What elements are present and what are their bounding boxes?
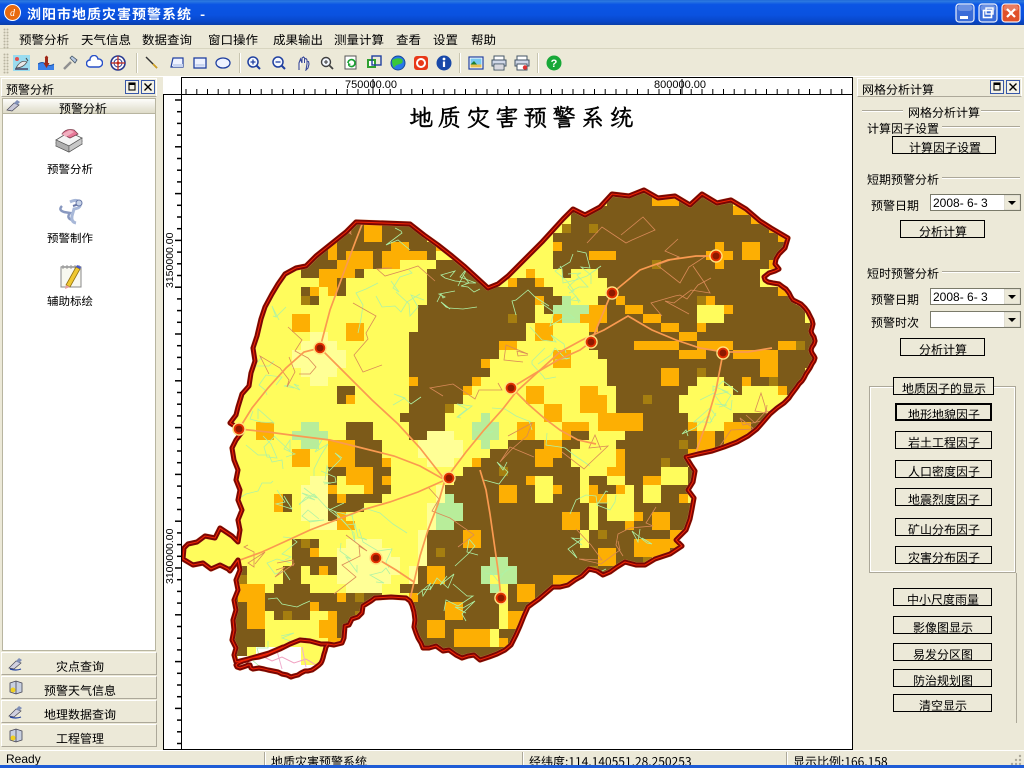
svg-text:?: ? (551, 58, 558, 70)
